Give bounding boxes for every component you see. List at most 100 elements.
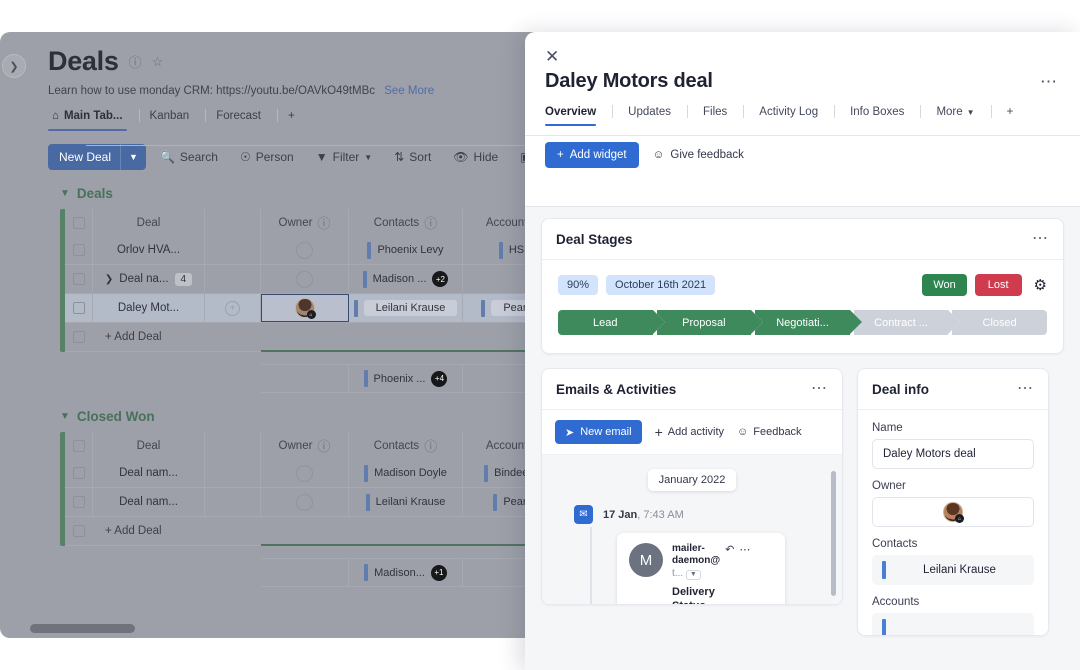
add-update-icon[interactable]: +: [225, 465, 240, 481]
cell-owner-selected[interactable]: ⌂: [261, 294, 349, 322]
cell-contacts[interactable]: Madison Doyle: [349, 459, 463, 487]
tab-add[interactable]: +: [1007, 106, 1030, 126]
cell-conversation[interactable]: +: [205, 294, 261, 322]
tab-overview[interactable]: Overview: [545, 106, 612, 126]
column-header-deal[interactable]: Deal: [93, 432, 205, 459]
checkbox[interactable]: [72, 273, 85, 285]
tab-files[interactable]: Files: [703, 106, 743, 126]
board-tab-add[interactable]: +: [284, 110, 311, 131]
field-value-name[interactable]: Daley Motors deal: [872, 439, 1034, 469]
board-tab-kanban[interactable]: Kanban: [146, 110, 206, 131]
stage-closed[interactable]: Closed: [948, 310, 1047, 335]
chevron-down-icon[interactable]: ▼: [121, 152, 146, 162]
contact-chip[interactable]: Madison ... +2: [362, 270, 449, 288]
tab-updates[interactable]: Updates: [628, 106, 687, 126]
cell-conversation[interactable]: +: [205, 459, 261, 487]
cell-owner[interactable]: [261, 236, 349, 264]
table-row[interactable]: Orlov HVA... + Phoenix Levy HSBF: [60, 236, 540, 265]
row-checkbox-cell[interactable]: [65, 459, 93, 487]
checkbox[interactable]: [72, 439, 85, 452]
toolbar-hide-button[interactable]: 👁 Hide: [445, 144, 506, 170]
add-deal-row[interactable]: + Add Deal: [60, 517, 540, 546]
table-row[interactable]: Deal nam... + Leilani Krause Pear inc: [60, 488, 540, 517]
tab-activity-log[interactable]: Activity Log: [759, 106, 834, 126]
add-widget-button[interactable]: + Add widget: [545, 141, 639, 168]
expand-subitems-icon[interactable]: ❯: [105, 274, 113, 285]
column-header-conversation[interactable]: [205, 432, 261, 459]
reply-icon[interactable]: ↶: [725, 543, 734, 556]
table-row[interactable]: Deal nam... + Madison Doyle Bindeer Inc.: [60, 459, 540, 488]
horizontal-scrollbar[interactable]: [30, 624, 135, 633]
chevron-down-icon[interactable]: ▼: [60, 411, 70, 422]
cell-deal-name[interactable]: Orlov HVA...: [93, 236, 205, 264]
add-deal-label[interactable]: + Add Deal: [93, 331, 162, 343]
group-header-closed-won[interactable]: ▼ Closed Won: [38, 393, 540, 424]
new-email-button[interactable]: ➤ New email: [555, 420, 642, 444]
tab-more[interactable]: More ▼: [936, 106, 990, 126]
probability-badge[interactable]: 90%: [558, 275, 599, 295]
widget-menu-button[interactable]: ⋯: [1032, 231, 1049, 247]
column-header-deal[interactable]: Deal: [93, 209, 205, 236]
row-checkbox-cell[interactable]: [65, 488, 93, 516]
contact-chip[interactable]: Leilani Krause: [353, 299, 458, 317]
stage-contract[interactable]: Contract ...: [849, 310, 960, 335]
column-header-contacts[interactable]: Contacts ⓘ: [349, 432, 463, 459]
email-menu-button[interactable]: ⋯: [739, 543, 750, 556]
field-value-owner[interactable]: ⌂: [872, 497, 1034, 527]
contact-chip[interactable]: Phoenix Levy: [367, 241, 444, 259]
lost-button[interactable]: Lost: [974, 274, 1022, 296]
field-value-accounts[interactable]: [872, 613, 1034, 635]
row-checkbox-cell[interactable]: [65, 265, 93, 293]
column-header-conversation[interactable]: [205, 209, 261, 236]
widget-menu-button[interactable]: ⋯: [1017, 381, 1034, 397]
column-header-owner[interactable]: Owner ⓘ: [261, 209, 349, 236]
checkbox[interactable]: [72, 496, 85, 508]
add-deal-row[interactable]: + Add Deal: [60, 323, 540, 352]
cell-conversation[interactable]: +: [205, 488, 261, 516]
new-deal-button[interactable]: New Deal ▼: [48, 144, 146, 170]
chevron-down-icon[interactable]: ▼: [364, 153, 372, 162]
give-feedback-button[interactable]: ☺ Give feedback: [653, 149, 744, 161]
board-tab-forecast[interactable]: Forecast: [212, 110, 277, 131]
star-icon[interactable]: ☆: [152, 54, 164, 70]
group-header-deals[interactable]: ▼ Deals: [38, 170, 540, 201]
widget-menu-button[interactable]: ⋯: [811, 381, 828, 397]
row-checkbox-cell[interactable]: [65, 236, 93, 264]
cell-contacts[interactable]: Leilani Krause: [349, 294, 463, 322]
toolbar-filter-button[interactable]: ▼ Filter ▼: [308, 144, 380, 170]
add-deal-label[interactable]: + Add Deal: [93, 525, 162, 537]
contact-chip[interactable]: Leilani Krause: [365, 493, 445, 511]
add-activity-button[interactable]: + Add activity: [655, 424, 724, 440]
panel-more-menu-button[interactable]: ⋯: [1040, 73, 1058, 90]
tab-info-boxes[interactable]: Info Boxes: [850, 106, 920, 126]
gear-icon[interactable]: ⚙: [1034, 276, 1047, 294]
cell-deal-name[interactable]: Daley Mot...: [93, 294, 205, 322]
add-update-icon[interactable]: +: [225, 271, 240, 287]
checkbox[interactable]: [72, 216, 85, 229]
checkbox[interactable]: [72, 467, 85, 479]
won-button[interactable]: Won: [922, 274, 967, 296]
close-panel-button[interactable]: ✕: [525, 32, 559, 65]
add-update-icon[interactable]: +: [225, 242, 240, 258]
add-update-icon[interactable]: +: [225, 300, 240, 316]
cell-contacts[interactable]: Phoenix Levy: [349, 236, 463, 264]
cell-deal-name[interactable]: ❯ Deal na... 4: [93, 265, 205, 293]
toolbar-search-button[interactable]: 🔍 Search: [152, 144, 226, 170]
column-header-owner[interactable]: Owner ⓘ: [261, 432, 349, 459]
toolbar-sort-button[interactable]: ⇅ Sort: [386, 144, 439, 170]
cell-owner[interactable]: [261, 488, 349, 516]
stage-proposal[interactable]: Proposal: [652, 310, 763, 335]
cell-owner[interactable]: [261, 459, 349, 487]
table-row[interactable]: ❯ Deal na... 4 + Madison ... +2: [60, 265, 540, 294]
contact-chip[interactable]: Madison Doyle: [364, 464, 447, 482]
chevron-down-icon[interactable]: ▼: [60, 188, 70, 199]
chevron-down-icon[interactable]: ▼: [685, 570, 701, 581]
email-item[interactable]: M mailer- daemon@ t... ▼ ↶ ⋯ Delivery: [617, 533, 785, 604]
cell-conversation[interactable]: +: [205, 265, 261, 293]
checkbox[interactable]: [72, 302, 85, 314]
toolbar-person-button[interactable]: ☉ Person: [232, 144, 302, 170]
see-more-link[interactable]: See More: [384, 85, 434, 97]
close-date-badge[interactable]: October 16th 2021: [606, 275, 716, 295]
activity-feed-scrollbar[interactable]: [831, 471, 836, 596]
board-tab-main-table[interactable]: ⌂ Main Tab...: [48, 110, 139, 131]
